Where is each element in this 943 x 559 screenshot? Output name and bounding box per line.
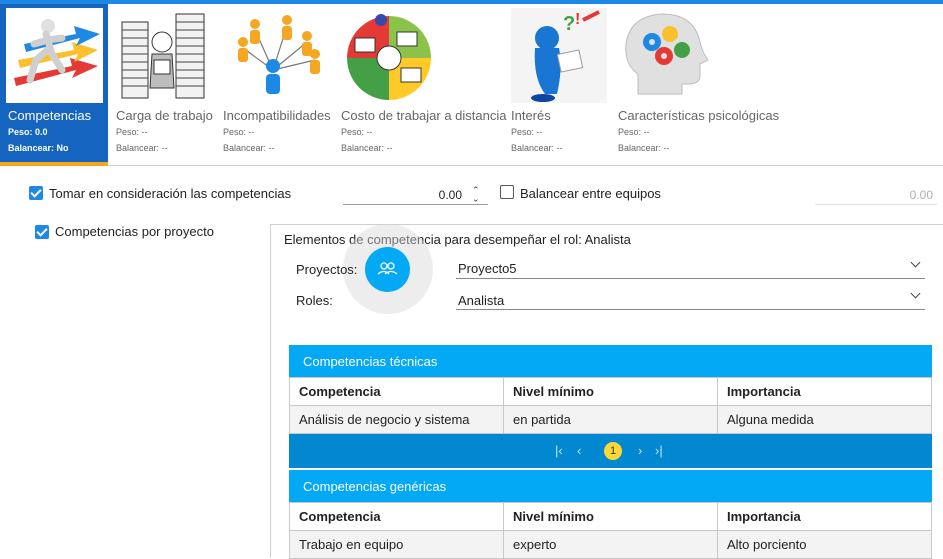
tab-weight: Peso: -- [116,127,148,137]
tab-label: Características psicológicas [618,108,780,123]
criteria-tabs: Competencias Peso: 0.0 Balancear: No Car… [0,4,943,166]
chevron-down-icon[interactable] [910,288,921,299]
tab-incompatibilidades[interactable]: Incompatibilidades Peso: -- Balancear: -… [215,4,333,166]
balance-teams-label: Balancear entre equipos [520,186,661,201]
tab-label: Incompatibilidades [223,108,331,123]
competencies-weight-input[interactable]: 0.00 [343,186,488,205]
cell-nivel-minimo: en partida [503,405,718,434]
table-header-row: Competencia Nivel mínimo Importancia [289,377,932,406]
spin-down-icon[interactable]: ⌃ [472,193,480,203]
technical-competencies-header: Competencias técnicas [289,345,932,377]
tab-balance: Balancear: -- [116,143,168,153]
svg-text:?: ? [563,13,575,35]
current-page-badge[interactable]: 1 [604,442,622,460]
balance-value: 0.00 [909,188,933,202]
remote-work-pie-icon [341,8,436,103]
tab-weight: Peso: -- [341,127,373,137]
previous-page-icon[interactable]: ‹ [577,443,581,458]
projects-label: Proyectos: [296,262,358,277]
cell-nivel-minimo: experto [503,530,718,559]
cell-competencia: Trabajo en equipo [289,530,504,559]
tab-balance: Balancear: -- [618,143,670,153]
consider-competencies-label: Tomar en consideración las competencias [49,186,292,201]
tab-label: Interés [511,108,551,123]
tab-label: Carga de trabajo [116,108,213,123]
tab-weight: Peso: 0.0 [8,127,48,137]
per-project-label: Competencias por proyecto [55,224,214,239]
tab-balance: Balancear: -- [511,143,563,153]
tab-label: Competencias [8,108,92,123]
stressed-paper-stack-icon [118,8,208,103]
projects-select[interactable]: Proyecto5 [456,257,925,279]
roles-selected-value: Analista [458,293,505,308]
question-figure-icon: ? ! [511,8,607,103]
tab-competencias[interactable]: Competencias Peso: 0.0 Balancear: No [0,4,108,166]
tab-balance: Balancear: No [8,143,69,153]
column-header-competencia[interactable]: Competencia [289,502,504,531]
roles-label: Roles: [296,293,333,308]
column-header-competencia[interactable]: Competencia [289,377,504,406]
running-man-arrows-icon [6,8,103,103]
column-header-importancia[interactable]: Importancia [717,377,932,406]
tab-weight: Peso: -- [223,127,255,137]
tab-balance: Balancear: -- [341,143,393,153]
consider-competencies-checkbox[interactable] [29,186,43,200]
tab-interes[interactable]: ? ! Interés Peso: -- Balancear: -- [503,4,610,166]
last-page-icon[interactable]: ›| [655,443,663,458]
tab-weight: Peso: -- [618,127,650,137]
chevron-down-icon[interactable] [910,257,921,268]
competencies-weight-value: 0.00 [438,188,462,202]
people-icon [377,262,398,275]
first-page-icon[interactable]: |‹ [555,443,563,458]
cell-competencia: Análisis de negocio y sistema [289,405,504,434]
tab-label: Costo de trabajar a distancia [341,108,507,123]
table-row[interactable]: Trabajo en equipo experto Alto porciento [289,530,932,559]
next-page-icon[interactable]: › [638,443,642,458]
generic-competencies-table: Competencia Nivel mínimo Importancia Tra… [289,502,932,559]
cell-importancia: Alguna medida [717,405,932,434]
generic-competencies-header: Competencias genéricas [289,470,932,502]
head-gears-icon [618,8,713,103]
tab-caracteristicas-psicologicas[interactable]: Características psicológicas Peso: -- Ba… [610,4,780,166]
technical-competencies-table: Competencia Nivel mínimo Importancia Aná… [289,377,932,434]
roles-select[interactable]: Analista [456,288,925,310]
svg-text:!: ! [575,11,580,28]
column-header-nivel-minimo[interactable]: Nivel mínimo [503,502,718,531]
column-header-nivel-minimo[interactable]: Nivel mínimo [503,377,718,406]
team-members-button[interactable] [365,247,410,292]
tab-weight: Peso: -- [511,127,543,137]
per-project-checkbox[interactable] [35,225,49,239]
cell-importancia: Alto porciento [717,530,932,559]
tab-balance: Balancear: -- [223,143,275,153]
projects-selected-value: Proyecto5 [458,261,517,276]
tab-costo-de-trabajar-a-distancia[interactable]: Costo de trabajar a distancia Peso: -- B… [333,4,507,166]
column-header-importancia[interactable]: Importancia [717,502,932,531]
table-header-row: Competencia Nivel mínimo Importancia [289,502,932,531]
people-network-icon [225,8,325,103]
table-row[interactable]: Análisis de negocio y sistema en partida… [289,405,932,434]
balance-teams-checkbox[interactable] [500,185,514,199]
panel-title: Elementos de competencia para desempeñar… [284,232,631,247]
technical-pager: |‹ ‹ 1 › ›| [289,434,932,468]
weight-spinner[interactable]: ⌃ ⌃ [472,186,480,204]
balance-value-input[interactable]: 0.00 [815,186,937,205]
tab-carga-de-trabajo[interactable]: Carga de trabajo Peso: -- Balancear: -- [108,4,215,166]
